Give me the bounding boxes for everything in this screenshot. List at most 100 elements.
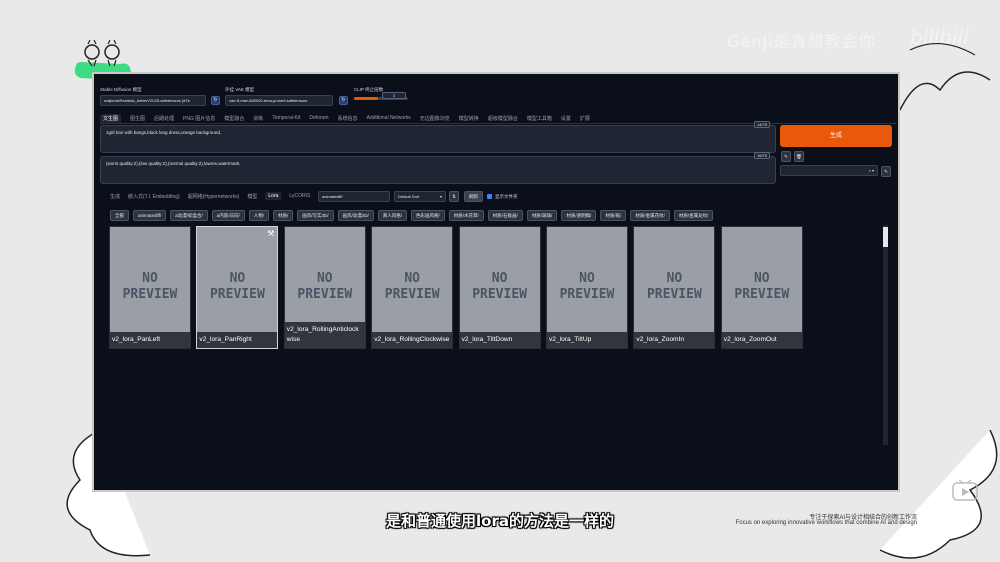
lora-card-name: v2_lora_TiltUp bbox=[547, 332, 627, 348]
tab-14[interactable]: 设置 bbox=[561, 115, 571, 122]
tab-0[interactable]: 文生图 bbox=[100, 113, 122, 123]
folder-button-8[interactable]: 真人风格/ bbox=[377, 210, 408, 221]
edit-style-icon[interactable]: ✎ bbox=[881, 166, 891, 177]
folder-button-13[interactable]: 材质/透明稿/ bbox=[561, 210, 597, 221]
no-preview-line2: PREVIEW bbox=[384, 287, 440, 302]
folder-button-11[interactable]: 材质/石板画/ bbox=[487, 210, 523, 221]
tv-icon bbox=[952, 479, 978, 501]
network-tab-4[interactable]: Lora bbox=[265, 192, 282, 200]
tab-4[interactable]: 模型融合 bbox=[224, 115, 244, 122]
tab-2[interactable]: 后期处理 bbox=[154, 115, 174, 122]
clip-value[interactable]: 2 bbox=[382, 92, 406, 99]
lora-card-name: v2_lora_PanLeft bbox=[110, 332, 190, 348]
main-tabs: 文生图 图生图 后期处理 PNG 图片信息 模型融合 训练 Temporal-Kit Defo… bbox=[100, 113, 896, 124]
vae-select-value: vae-ft-mse-840000-ema-pruned.safetensors bbox=[229, 98, 308, 103]
lora-card-name: v2_lora_ZoomIn bbox=[634, 332, 715, 348]
lora-card[interactable]: NO PREVIEW v2_lora_PanRight ⚒ bbox=[196, 226, 279, 349]
no-preview-line1: NO bbox=[404, 271, 421, 286]
folder-button-3[interactable]: a内容/日向/ bbox=[211, 210, 245, 221]
model-refresh-button[interactable]: ↻ bbox=[211, 96, 220, 105]
watermark-text: GenJi是真想教会你 bbox=[727, 32, 876, 51]
tab-12[interactable]: 超级模型融合 bbox=[488, 115, 518, 122]
vae-label: 外挂 VAE 模型 bbox=[225, 87, 255, 92]
network-tab-5[interactable]: LyCORIS bbox=[289, 193, 310, 199]
tab-11[interactable]: 模型转换 bbox=[459, 115, 479, 122]
tab-7[interactable]: Deforum bbox=[309, 115, 328, 121]
tab-10[interactable]: 无边图像浏览 bbox=[420, 115, 450, 122]
no-preview-line1: NO bbox=[666, 271, 683, 286]
folder-button-12[interactable]: 材质/玻璃/ bbox=[526, 210, 558, 221]
no-preview-line1: NO bbox=[142, 271, 158, 286]
network-tab-3[interactable]: 模型 bbox=[247, 193, 257, 200]
tab-9[interactable]: Additional Networks bbox=[367, 115, 411, 121]
folder-button-9[interactable]: 色彩画风格/ bbox=[411, 210, 445, 221]
tools-icon[interactable]: ⚒ bbox=[267, 229, 274, 238]
folder-button-10[interactable]: 材质/木花草/ bbox=[448, 210, 484, 221]
folder-button-15[interactable]: 材质/金属花纹/ bbox=[630, 210, 670, 221]
tab-8[interactable]: 系统信息 bbox=[338, 115, 358, 122]
network-tab-0[interactable]: 生成 bbox=[110, 193, 120, 200]
network-sort-select[interactable]: Default Sort ▾ bbox=[394, 191, 446, 202]
lora-card[interactable]: NO PREVIEW v2_lora_ZoomOut bbox=[720, 226, 803, 349]
sort-direction-icon[interactable]: ⇅ bbox=[449, 191, 459, 202]
style-select[interactable]: × ▾ bbox=[780, 165, 878, 176]
pencil-icon[interactable]: ✎ bbox=[781, 151, 791, 162]
chevron-down-icon: ▾ bbox=[439, 194, 442, 199]
no-preview-line1: NO bbox=[579, 271, 595, 286]
prompt-token-counter: 14/75 bbox=[754, 121, 771, 128]
folder-button-5[interactable]: 材质/ bbox=[272, 210, 294, 221]
tab-6[interactable]: Temporal-Kit bbox=[272, 115, 300, 121]
network-search-input[interactable]: animatediff/ bbox=[318, 191, 390, 202]
lora-card-name: v2_lora_PanRight bbox=[197, 332, 278, 348]
tab-3[interactable]: PNG 图片信息 bbox=[183, 115, 215, 122]
folder-button-16[interactable]: 材质/金属龙纹/ bbox=[673, 210, 714, 221]
folder-buttons: 全部 animatediff/a动漫/如盒合/a内容/日向/人物/材质/画风/写实… bbox=[110, 210, 714, 221]
prompt-input[interactable]: 1girl,hair with bangs,black long dress,o… bbox=[100, 125, 776, 153]
lora-card[interactable]: NO PREVIEW v2_lora_TiltDown bbox=[458, 226, 541, 349]
folder-button-6[interactable]: 画风/写实3D/ bbox=[297, 210, 334, 221]
show-dirs-checkbox[interactable] bbox=[487, 194, 492, 199]
network-tabs: 生成 嵌入式(T.I. Embedding) 超网络(Hypernetworks) 模… bbox=[110, 192, 310, 200]
vae-select[interactable]: vae-ft-mse-840000-ema-pruned.safetensors bbox=[225, 95, 333, 106]
lora-card[interactable]: NO PREVIEW v2_lora_PanLeft bbox=[109, 226, 191, 349]
tab-1[interactable]: 图生图 bbox=[130, 115, 145, 122]
no-preview-line2: PREVIEW bbox=[559, 287, 615, 302]
no-preview-line1: NO bbox=[491, 271, 508, 286]
folder-button-4[interactable]: 人物/ bbox=[248, 210, 269, 221]
model-select[interactable]: majicmixRealistic_betterV2V25.safetensor… bbox=[100, 95, 206, 106]
tab-15[interactable]: 扩展 bbox=[580, 115, 590, 122]
generate-button[interactable]: 生成 bbox=[780, 125, 892, 147]
network-tab-1[interactable]: 嵌入式(T.I. Embedding) bbox=[128, 193, 180, 200]
lora-card[interactable]: NO PREVIEW v2_lora_RollingAnticlockwise bbox=[283, 226, 366, 349]
negative-token-counter: 16/75 bbox=[754, 152, 771, 159]
lora-card[interactable]: NO PREVIEW v2_lora_ZoomIn bbox=[633, 226, 716, 349]
tab-5[interactable]: 训练 bbox=[253, 115, 263, 122]
folder-button-14[interactable]: 材质/纸/ bbox=[600, 210, 627, 221]
lora-card-name: v2_lora_ZoomOut bbox=[721, 332, 802, 348]
folder-button-0[interactable]: 全部 bbox=[110, 210, 129, 221]
network-search-value: animatediff/ bbox=[322, 194, 343, 199]
clip-slider-fill bbox=[354, 97, 379, 100]
negative-prompt-input[interactable]: (worst quality:2),(low quality:2),(norma… bbox=[100, 156, 776, 184]
no-preview-line2: PREVIEW bbox=[472, 287, 527, 302]
scrollbar-thumb[interactable] bbox=[883, 227, 888, 247]
folder-button-1[interactable]: animatediff/ bbox=[133, 210, 167, 221]
refresh-button[interactable]: 刷新 bbox=[464, 191, 483, 202]
style-select-arrow-icon: × ▾ bbox=[868, 168, 874, 173]
trash-icon[interactable]: 🗑 bbox=[794, 151, 804, 162]
tab-13[interactable]: 模型工具箱 bbox=[527, 115, 552, 122]
lora-card[interactable]: NO PREVIEW v2_lora_TiltUp bbox=[546, 226, 628, 349]
network-sort-value: Default Sort bbox=[398, 194, 420, 199]
vae-refresh-button[interactable]: ↻ bbox=[339, 96, 348, 105]
folder-button-7[interactable]: 画风/动漫2D/ bbox=[337, 210, 374, 221]
lora-card-name: v2_lora_RollingClockwise bbox=[372, 332, 453, 348]
network-tab-2[interactable]: 超网络(Hypernetworks) bbox=[188, 193, 240, 200]
model-label: Stable Diffusion 模型 bbox=[100, 87, 142, 92]
lora-card[interactable]: NO PREVIEW v2_lora_RollingClockwise bbox=[371, 226, 454, 349]
lora-card-name: v2_lora_TiltDown bbox=[459, 332, 540, 348]
folder-button-2[interactable]: a动漫/如盒合/ bbox=[170, 210, 208, 221]
no-preview-line1: NO bbox=[229, 271, 246, 286]
scrollbar[interactable] bbox=[883, 225, 888, 445]
no-preview-line2: PREVIEW bbox=[209, 287, 265, 302]
video-subtitle: 是和普通使用lora的方法是一样的 bbox=[386, 512, 614, 530]
